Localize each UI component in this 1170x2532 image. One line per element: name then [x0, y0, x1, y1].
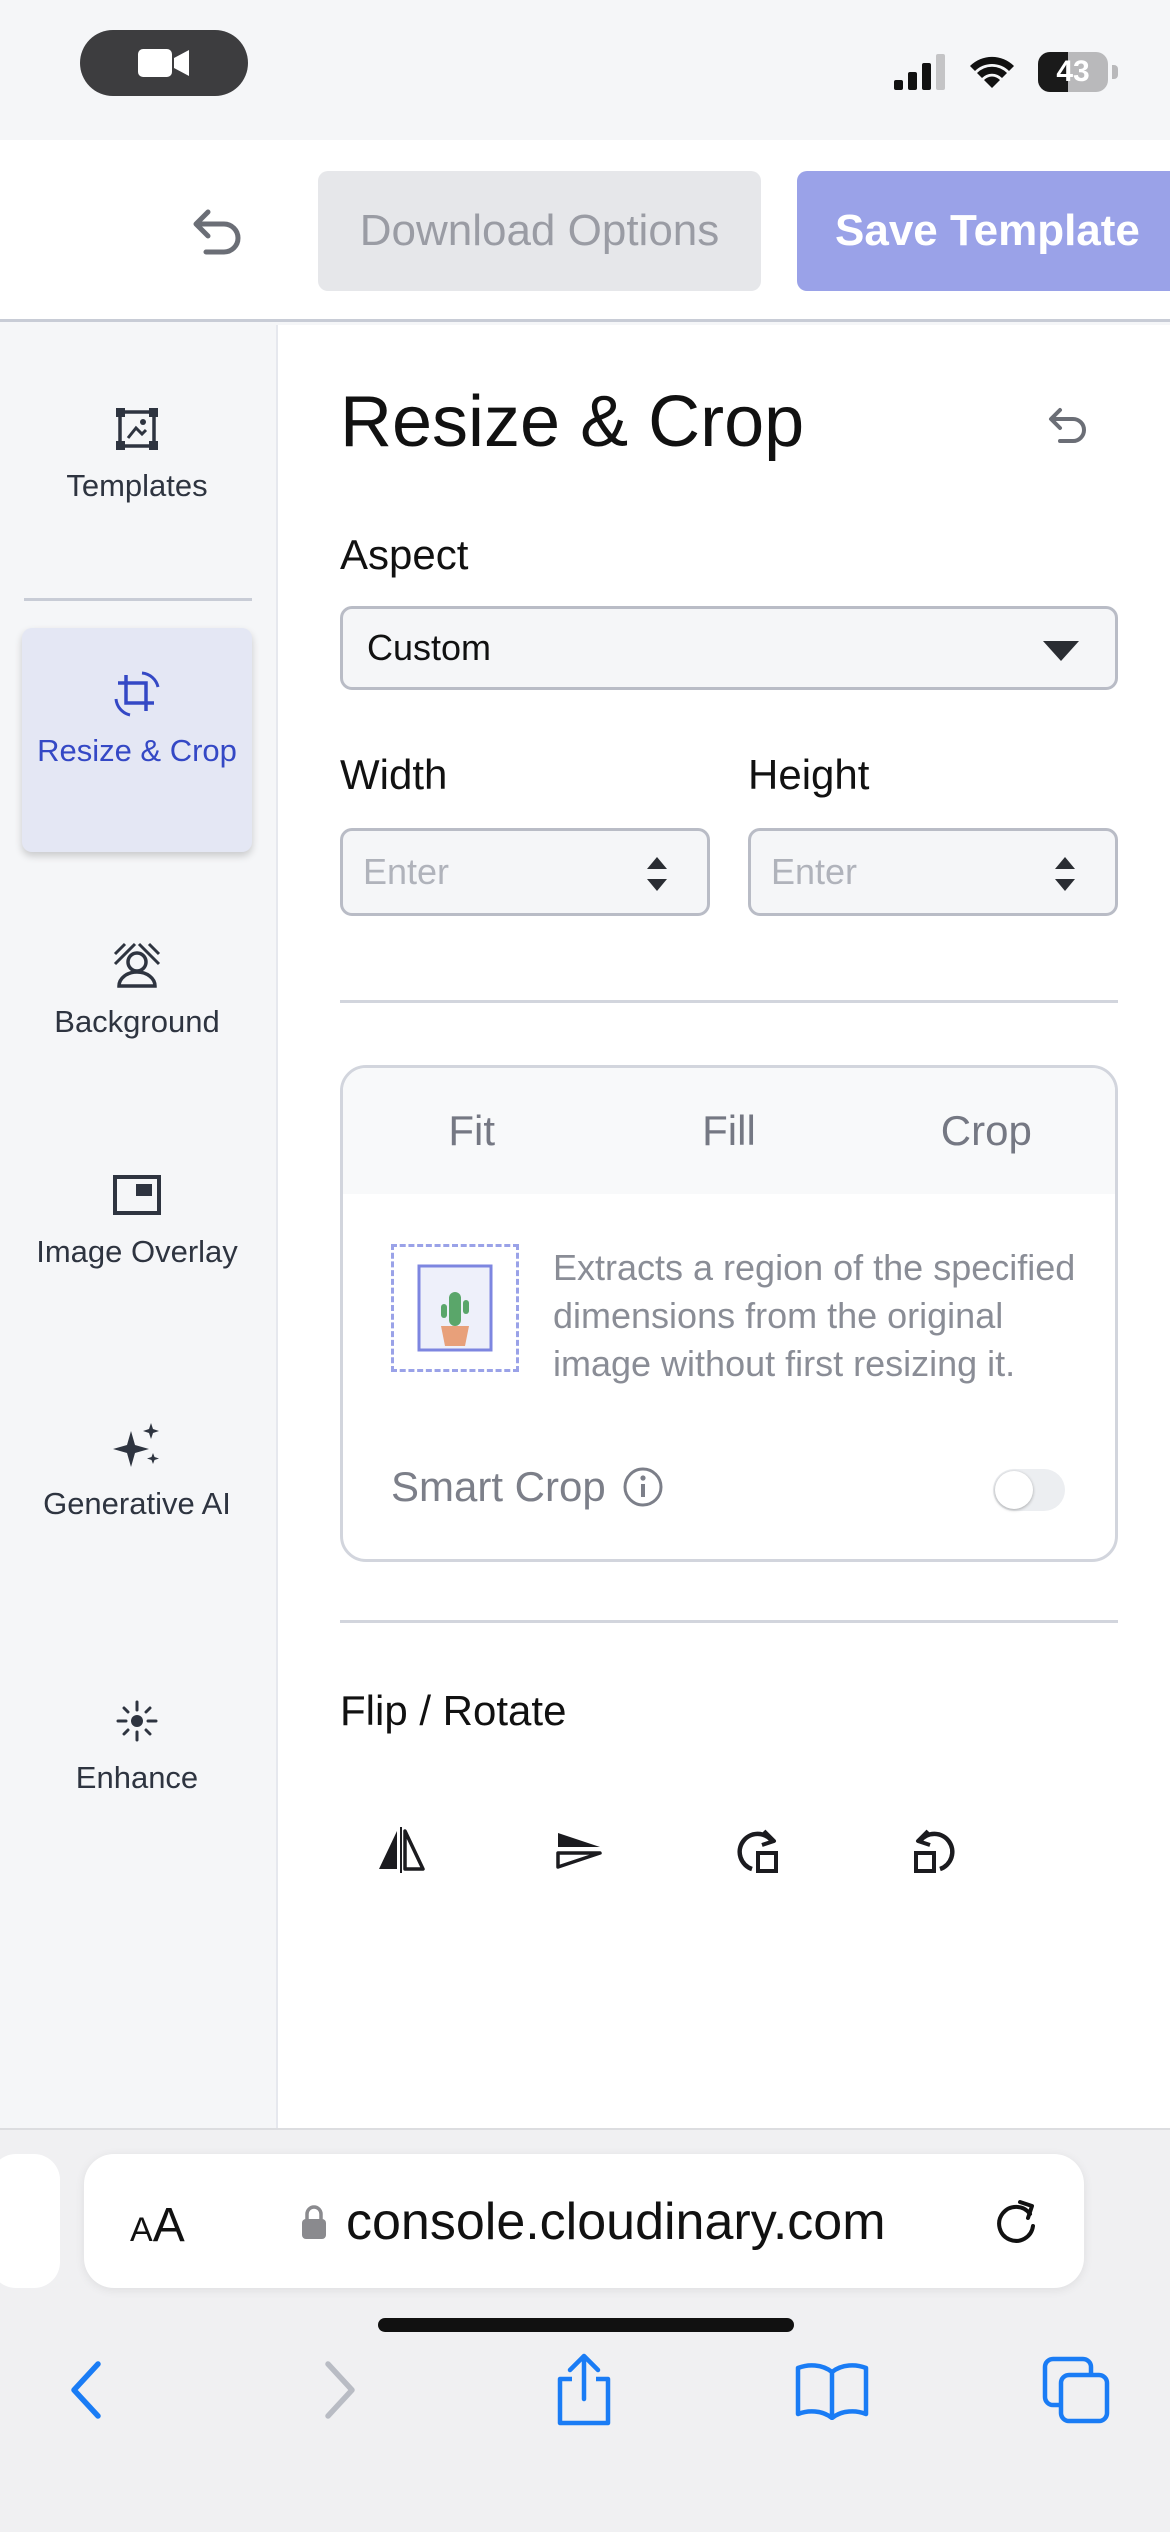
height-label: Height	[748, 751, 870, 798]
bookmarks-button[interactable]	[792, 2350, 872, 2430]
resize-mode-tabs: Fit Fill Crop	[343, 1068, 1115, 1194]
sidebar-item-label: Templates	[66, 468, 208, 503]
aspect-label: Aspect	[340, 531, 469, 578]
image-overlay-icon	[111, 1169, 163, 1221]
share-button[interactable]	[544, 2350, 624, 2430]
chevron-down-icon	[1043, 641, 1079, 661]
wifi-icon	[970, 56, 1014, 88]
address-bar[interactable]: AA console.cloudinary.com	[84, 2154, 1084, 2288]
forward-button[interactable]	[300, 2350, 380, 2430]
flip-horizontal-icon	[379, 1827, 425, 1873]
background-person-icon	[111, 939, 163, 991]
sidebar: Templates Resize & Crop Background Image…	[0, 325, 278, 2128]
mode-description: Extracts a region of the specified dimen…	[553, 1247, 1076, 1384]
sidebar-item-enhance[interactable]: Enhance	[22, 1695, 252, 1825]
smart-crop-label: Smart Crop	[391, 1463, 606, 1510]
info-icon[interactable]	[622, 1466, 664, 1508]
rotate-counterclockwise-button[interactable]	[910, 1825, 960, 1875]
rotate-counterclockwise-icon	[914, 1829, 955, 1873]
home-indicator	[378, 2318, 794, 2332]
rotate-clockwise-button[interactable]	[732, 1825, 782, 1875]
screen-recording-indicator[interactable]	[80, 30, 248, 96]
cellular-signal-icon	[894, 54, 945, 90]
battery-cap	[1112, 65, 1118, 79]
height-input[interactable]: Enter	[748, 828, 1118, 916]
height-placeholder: Enter	[771, 851, 858, 892]
panel-title: Resize & Crop	[340, 382, 805, 462]
share-icon	[557, 2353, 611, 2426]
rotate-clockwise-icon	[737, 1829, 778, 1873]
sidebar-divider	[24, 598, 252, 601]
sidebar-item-label: Generative AI	[43, 1486, 231, 1521]
tab-crop[interactable]: Crop	[858, 1068, 1115, 1194]
smart-crop-toggle[interactable]	[993, 1469, 1065, 1511]
sidebar-item-generative-ai[interactable]: Generative AI	[22, 1421, 252, 1591]
chevron-left-icon	[71, 2361, 101, 2419]
crop-preview-thumbnail	[391, 1244, 519, 1372]
status-icons: 43	[894, 52, 1118, 92]
tab-fill[interactable]: Fill	[600, 1068, 857, 1194]
flip-rotate-actions	[340, 1825, 960, 1875]
width-label: Width	[340, 751, 448, 798]
cactus-image-icon	[417, 1264, 493, 1352]
chevron-right-icon	[325, 2361, 355, 2419]
tab-fit[interactable]: Fit	[343, 1068, 600, 1194]
sidebar-item-templates[interactable]: Templates	[22, 403, 252, 553]
undo-icon	[193, 209, 241, 255]
battery-indicator: 43	[1038, 52, 1108, 92]
aspect-select[interactable]: Custom	[340, 606, 1118, 690]
flip-vertical-button[interactable]	[554, 1825, 604, 1875]
tabs-icon	[1042, 2356, 1110, 2424]
resize-crop-panel: Resize & Crop Aspect Custom Width Height…	[278, 325, 1170, 2128]
previous-tab-edge[interactable]	[0, 2154, 60, 2288]
book-icon	[795, 2363, 869, 2420]
flip-horizontal-button[interactable]	[376, 1825, 426, 1875]
video-camera-icon	[138, 49, 189, 77]
width-placeholder: Enter	[363, 851, 450, 892]
enhance-icon	[111, 1695, 163, 1747]
browser-nav-row	[0, 2330, 1170, 2450]
url-text: console.cloudinary.com	[346, 2193, 886, 2251]
download-options-button[interactable]: Download Options	[318, 171, 761, 291]
toggle-knob	[995, 1471, 1033, 1509]
aspect-select-value: Custom	[367, 627, 492, 668]
tabs-button[interactable]	[1036, 2350, 1116, 2430]
sidebar-item-background[interactable]: Background	[22, 939, 252, 1079]
smart-crop-row: Smart Crop	[391, 1463, 664, 1511]
editor-toolbar: Download Options Save Template	[0, 140, 1170, 322]
sidebar-item-label: Image Overlay	[36, 1234, 238, 1269]
sidebar-item-label: Background	[54, 1004, 220, 1039]
flip-vertical-icon	[556, 1833, 602, 1869]
stepper-arrows-icon[interactable]	[645, 853, 669, 895]
width-input[interactable]: Enter	[340, 828, 710, 916]
sparkles-icon	[111, 1421, 163, 1473]
stepper-arrows-icon[interactable]	[1053, 853, 1077, 895]
reload-icon[interactable]	[990, 2196, 1042, 2248]
templates-icon	[111, 403, 163, 455]
sidebar-item-resize-crop[interactable]: Resize & Crop	[22, 628, 252, 852]
resize-mode-card: Fit Fill Crop Extracts a region of the s…	[340, 1065, 1118, 1562]
text-size-button[interactable]: AA	[130, 2198, 185, 2253]
divider	[340, 1620, 1118, 1623]
sidebar-item-label: Resize & Crop	[37, 733, 237, 768]
crop-rotate-icon	[111, 668, 163, 720]
reset-button[interactable]	[1046, 405, 1092, 451]
status-bar: 43	[0, 0, 1170, 140]
battery-percent: 43	[1056, 55, 1090, 88]
lock-icon	[302, 2205, 326, 2239]
save-template-button[interactable]: Save Template	[797, 171, 1170, 291]
undo-icon	[1049, 408, 1086, 443]
undo-button[interactable]	[186, 200, 250, 264]
sidebar-item-label: Enhance	[75, 1760, 199, 1795]
divider	[340, 1000, 1118, 1003]
sidebar-item-image-overlay[interactable]: Image Overlay	[22, 1169, 252, 1339]
back-button[interactable]	[46, 2350, 126, 2430]
flip-rotate-label: Flip / Rotate	[340, 1687, 567, 1734]
